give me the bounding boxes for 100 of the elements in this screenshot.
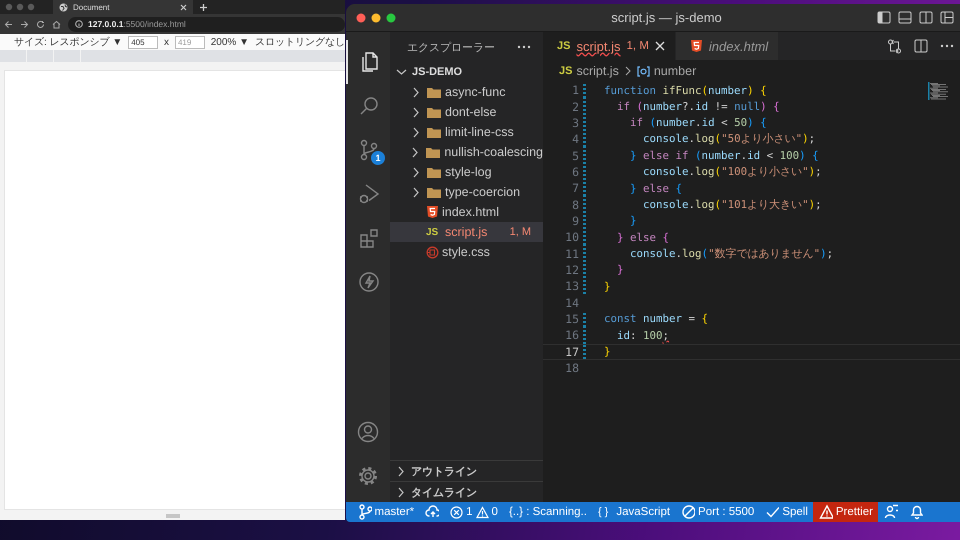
code-text: if (number.id < 50) { — [629, 116, 767, 130]
js-icon: JS — [559, 65, 572, 77]
address-bar[interactable]: 127.0.0.1:5500/index.html — [68, 16, 345, 32]
file-tree-item[interactable]: style.css — [390, 242, 543, 262]
no-entry-icon — [681, 504, 696, 520]
count-badge: 1 — [371, 151, 385, 165]
line-number: 1 — [571, 83, 579, 98]
back-icon[interactable] — [4, 20, 13, 28]
split-toggle-icon[interactable] — [919, 11, 933, 24]
compare-icon[interactable] — [887, 38, 902, 54]
tab-title: Document — [73, 2, 110, 12]
variable-icon — [636, 66, 650, 76]
branch-icon — [358, 504, 372, 520]
window-title: script.js — js-demo — [610, 10, 723, 25]
warning-icon — [818, 504, 833, 520]
status-warning-item[interactable]: Prettier — [813, 502, 878, 522]
file-tree-item[interactable]: index.html — [390, 202, 543, 222]
file-tree-item[interactable]: type-coercion — [390, 182, 543, 202]
settings-icon[interactable] — [356, 464, 380, 488]
file-tree-item[interactable]: nullish-coalescing — [390, 142, 543, 162]
line-number: 11 — [564, 246, 579, 261]
times-label: x — [164, 36, 169, 48]
line-number: 13 — [564, 279, 579, 294]
throttling-dropdown[interactable]: スロットリングなし — [255, 35, 345, 49]
folder-icon — [426, 86, 442, 98]
js-icon: JS — [557, 40, 570, 52]
globe-icon — [59, 2, 68, 12]
code-text: } else if (number.id < 100) { — [629, 149, 819, 162]
split-editor-icon[interactable] — [914, 39, 928, 53]
status-language-item[interactable]: { } JavaScript — [592, 502, 676, 522]
warning-icon — [476, 506, 489, 518]
url-text: 127.0.0.1:5500/index.html — [88, 19, 186, 29]
feedback-icon — [884, 504, 898, 520]
folder-icon — [426, 186, 442, 198]
cloud-upload-icon — [425, 504, 440, 520]
zoom-dropdown[interactable]: 200% ▼ — [210, 36, 249, 48]
css-icon — [426, 246, 439, 258]
file-tree-item[interactable]: dont-else — [390, 102, 543, 122]
status-problems-item[interactable]: 1 0 — [444, 502, 504, 522]
file-tree-item[interactable]: limit-line-css — [390, 122, 543, 142]
forward-icon[interactable] — [20, 20, 29, 28]
code-text: } — [604, 345, 611, 358]
activity-source-control-button[interactable]: 1 — [346, 128, 390, 172]
line-number: 5 — [571, 148, 579, 163]
code-text: console.log("数字ではありません"); — [629, 246, 834, 261]
line-number: 16 — [564, 328, 579, 342]
panel-title: エクスプローラー — [407, 40, 496, 54]
line-number: 18 — [564, 361, 579, 376]
resize-handle-icon[interactable] — [166, 514, 180, 518]
window-controls-icon[interactable] — [356, 12, 396, 22]
breadcrumb-item[interactable]: number — [654, 64, 696, 78]
js-icon: JS — [426, 226, 442, 238]
close-icon[interactable] — [180, 4, 187, 10]
info-icon — [75, 20, 83, 28]
code-text: } — [604, 280, 611, 293]
home-icon[interactable] — [52, 20, 61, 28]
width-field[interactable]: 405 — [128, 36, 158, 48]
line-number: 8 — [571, 198, 579, 212]
folder-header[interactable]: JS-DEMO — [390, 62, 543, 82]
file-tree-item[interactable]: style-log — [390, 162, 543, 182]
status-check-item[interactable]: Spell — [760, 502, 814, 522]
line-number: 15 — [564, 312, 579, 326]
new-tab-icon[interactable] — [199, 2, 208, 12]
line-number: 2 — [571, 100, 579, 114]
line-number: 4 — [571, 132, 579, 146]
breadcrumb-item[interactable]: script.js — [576, 64, 619, 78]
line-number: 12 — [564, 262, 579, 277]
html-icon — [690, 39, 703, 53]
code-text: } — [629, 214, 637, 228]
code-text: console.log("50より小さい"); — [642, 132, 816, 146]
html-icon — [426, 205, 439, 219]
status-port-item[interactable]: Port : 5500 — [676, 502, 760, 522]
more-icon[interactable] — [517, 45, 531, 49]
lightning-icon — [357, 270, 381, 294]
file-tree-item[interactable]: JS script.js 1, M — [390, 222, 543, 242]
status-plain-item[interactable]: {..} : Scanning.. — [503, 502, 592, 522]
folder-icon — [426, 166, 442, 178]
file-tree-item[interactable]: async-func — [390, 82, 543, 102]
bell-icon — [908, 504, 923, 520]
size-dropdown[interactable]: サイズ: レスポンシブ ▼ — [14, 35, 122, 49]
code-text: console.log("100より小さい"); — [642, 164, 822, 179]
editor-tab[interactable]: JS script.js 1, M — [543, 32, 676, 60]
window-controls-icon — [5, 3, 35, 11]
more-icon[interactable] — [940, 44, 954, 48]
line-number: 9 — [571, 214, 579, 228]
account-icon[interactable] — [356, 420, 380, 444]
code-text: function ifFunc(number) { — [604, 84, 767, 97]
editor-tab[interactable]: index.html — [676, 32, 780, 60]
layout-icon[interactable] — [940, 11, 954, 24]
close-icon[interactable] — [654, 41, 665, 51]
code-text: } else { — [616, 230, 670, 244]
panel-toggle-icon[interactable] — [898, 11, 912, 24]
browser-tab[interactable]: Document — [53, 0, 193, 14]
line-number: 3 — [571, 116, 579, 130]
line-number: 7 — [571, 181, 579, 196]
status-branch-item[interactable]: master* — [352, 502, 420, 522]
sidebar-toggle-icon[interactable] — [877, 11, 891, 24]
folder-icon — [426, 126, 442, 138]
bug-play-icon — [357, 182, 381, 206]
reload-icon[interactable] — [36, 20, 45, 28]
